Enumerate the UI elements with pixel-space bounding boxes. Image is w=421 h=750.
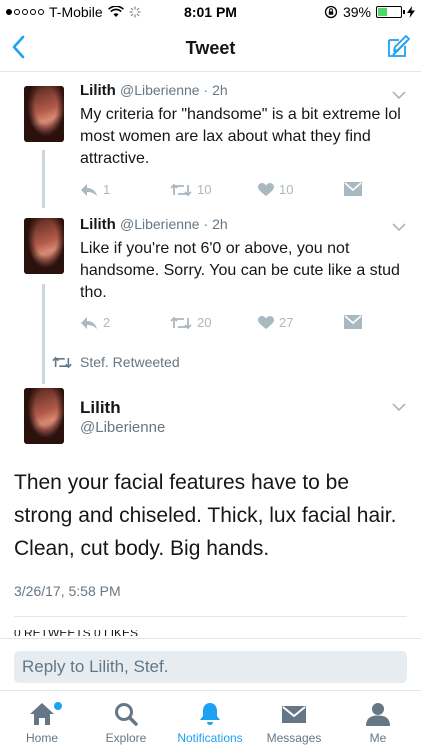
tweet-header: Lilith @Liberienne · 2h [80, 82, 228, 99]
tab-bar: Home Explore Notifications Messages Me [0, 690, 421, 750]
retweet-icon [170, 316, 192, 329]
author-name[interactable]: Lilith [80, 216, 116, 233]
author-handle: @Liberienne [120, 82, 200, 98]
avatar[interactable] [24, 86, 64, 142]
tab-notifications[interactable]: Notifications [168, 691, 252, 750]
tab-me[interactable]: Me [336, 691, 420, 750]
retweet-count: 10 [197, 182, 212, 197]
tab-label: Home [25, 731, 58, 745]
chevron-down-icon[interactable] [391, 222, 407, 232]
person-icon [366, 703, 390, 726]
tab-label: Explore [105, 731, 147, 745]
retweeted-by-row[interactable]: Stef. Retweeted [52, 354, 180, 370]
tab-label: Messages [266, 731, 322, 745]
tweet-text: Like if you're not 6'0 or above, you not… [80, 240, 400, 301]
heart-icon [258, 315, 274, 329]
search-icon [115, 703, 138, 726]
like-count: 10 [279, 182, 294, 197]
divider [14, 616, 407, 617]
chevron-down-icon[interactable] [391, 90, 407, 100]
reply-bar [0, 638, 421, 690]
like-button[interactable]: 27 [258, 315, 293, 330]
page-title: Tweet [185, 38, 236, 58]
tweet-timestamp: 3/26/17, 5:58 PM [14, 583, 121, 599]
like-button[interactable]: 10 [258, 182, 293, 197]
rotation-lock-icon [324, 5, 338, 19]
tweet-header: Lilith @Liberienne · 2h [80, 216, 228, 233]
direct-message-button[interactable] [344, 315, 362, 329]
envelope-icon [344, 182, 362, 196]
reply-icon [81, 183, 97, 196]
compose-tweet-icon[interactable] [385, 34, 411, 60]
status-right: 39% [324, 4, 415, 20]
retweet-button[interactable]: 20 [170, 315, 211, 330]
charging-bolt-icon [407, 6, 415, 18]
engagement-counts: 0 RETWEETS 0 LIKES [14, 630, 174, 636]
home-icon [30, 703, 54, 725]
author-handle[interactable]: @Liberienne [80, 419, 165, 436]
reply-count: 1 [103, 182, 111, 197]
tweet-actions: 2 20 27 [80, 315, 380, 335]
retweet-count: 20 [197, 315, 212, 330]
tweet-time: 2h [212, 216, 228, 232]
retweet-icon [170, 183, 192, 196]
envelope-icon [282, 706, 306, 723]
like-count: 27 [279, 315, 294, 330]
main-tweet-text: Then your facial features have to be str… [14, 471, 397, 560]
avatar[interactable] [24, 388, 64, 444]
bell-icon [200, 703, 220, 725]
avatar[interactable] [24, 218, 64, 274]
battery-icon [376, 6, 405, 18]
tab-label: Notifications [177, 731, 243, 745]
retweet-icon [52, 356, 72, 368]
chevron-down-icon[interactable] [391, 402, 407, 412]
tab-messages[interactable]: Messages [252, 691, 336, 750]
reply-input[interactable] [14, 651, 407, 683]
author-handle: @Liberienne [120, 216, 200, 232]
notification-dot [54, 702, 62, 710]
tweet-time: 2h [212, 82, 228, 98]
nav-bar: Tweet [0, 24, 421, 72]
reply-button[interactable]: 2 [80, 315, 110, 330]
retweeted-by-label: Stef. Retweeted [80, 354, 180, 370]
thread-tweet[interactable]: Lilith @Liberienne · 2h My criteria for … [0, 82, 421, 212]
status-bar: T-Mobile 8:01 PM 39% [0, 0, 421, 24]
heart-icon [258, 182, 274, 196]
tweet-text: My criteria for "handsome" is a bit extr… [80, 106, 401, 167]
reply-icon [81, 316, 97, 329]
tweet-actions: 1 10 10 [80, 182, 380, 202]
envelope-icon [344, 315, 362, 329]
tab-explore[interactable]: Explore [84, 691, 168, 750]
tab-label: Me [369, 731, 387, 745]
reply-count: 2 [103, 315, 111, 330]
reply-button[interactable]: 1 [80, 182, 110, 197]
author-name[interactable]: Lilith [80, 398, 121, 418]
battery-percent: 39% [342, 4, 371, 20]
thread-tweet[interactable]: Lilith @Liberienne · 2h Like if you're n… [0, 216, 421, 346]
author-name[interactable]: Lilith [80, 82, 116, 99]
tab-home[interactable]: Home [0, 691, 84, 750]
direct-message-button[interactable] [344, 182, 362, 196]
retweet-button[interactable]: 10 [170, 182, 211, 197]
